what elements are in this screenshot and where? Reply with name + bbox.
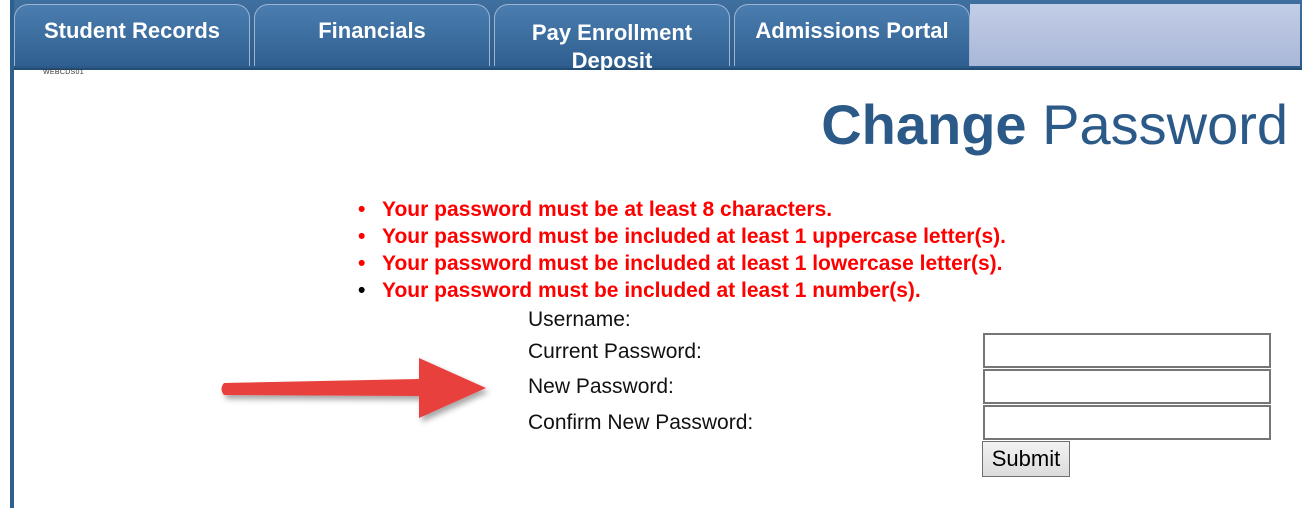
password-rule-text: Your password must be at least 8 charact… <box>382 198 833 221</box>
bullet-icon: • <box>358 252 366 275</box>
tab-admissions-portal[interactable]: Admissions Portal <box>734 4 970 66</box>
bullet-icon: • <box>358 198 366 221</box>
red-arrow-icon <box>221 358 486 418</box>
username-value <box>984 310 1104 330</box>
new-password-label: New Password: <box>528 375 674 398</box>
server-id: WEBCDS01 <box>43 69 84 76</box>
username-label: Username: <box>528 308 631 331</box>
left-frame-border <box>10 0 14 508</box>
password-rules-list: • Your password must be at least 8 charac… <box>358 196 1006 304</box>
password-rule: • Your password must be included at least… <box>358 250 1006 277</box>
page-title: Change Password <box>821 92 1288 157</box>
bullet-icon: • <box>358 225 366 248</box>
tab-pay-enrollment-deposit[interactable]: Pay Enrollment Deposit <box>494 4 730 73</box>
password-rule: • Your password must be at least 8 charac… <box>358 196 1006 223</box>
password-rule: • Your password must be included at least… <box>358 223 1006 250</box>
password-rule: • Your password must be included at least… <box>358 277 1006 304</box>
bullet-icon: • <box>358 279 366 302</box>
page-title-regular: Password <box>1042 93 1288 156</box>
password-rule-text: Your password must be included at least … <box>382 252 1003 275</box>
new-password-input[interactable] <box>983 369 1271 404</box>
tab-bar-empty-area <box>970 4 1300 66</box>
submit-button[interactable]: Submit <box>982 441 1070 477</box>
password-rule-text: Your password must be included at least … <box>382 279 921 302</box>
tab-financials[interactable]: Financials <box>254 4 490 66</box>
confirm-password-input[interactable] <box>983 405 1271 440</box>
current-password-input[interactable] <box>983 333 1271 368</box>
page-title-bold: Change <box>821 93 1027 156</box>
confirm-password-label: Confirm New Password: <box>528 411 754 434</box>
tab-student-records[interactable]: Student Records <box>14 4 250 66</box>
current-password-label: Current Password: <box>528 340 702 363</box>
password-rule-text: Your password must be included at least … <box>382 225 1006 248</box>
